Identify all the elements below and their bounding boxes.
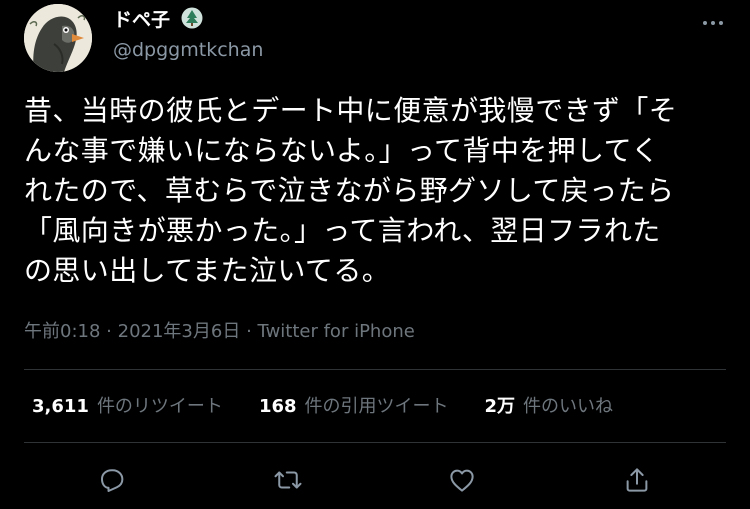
tweet-line: 昔、当時の彼氏とデート中に便意が我慢できず「そ <box>24 94 678 127</box>
quotes-label: 件の引用ツイート <box>304 396 449 417</box>
tweet-stats: 3,611 件のリツイート 168 件の引用ツイート 2万 件のいいね <box>32 394 649 420</box>
quotes-count: 168 <box>258 396 297 417</box>
tweet-line: れたので、草むらで泣きながら野グソして戻ったら <box>24 174 675 207</box>
tweet-line: 「風向きが悪かった。」って言われ、翌日フラれた <box>24 214 661 247</box>
like-icon <box>450 469 474 492</box>
user-handle[interactable]: @dpggmtkchan <box>113 37 263 63</box>
likes-stat[interactable]: 2万 件のいいね <box>485 394 614 420</box>
retweets-label: 件のリツイート <box>96 396 223 417</box>
likes-label: 件のいいね <box>523 396 614 417</box>
more-icon[interactable] <box>698 10 728 36</box>
retweet-icon <box>274 471 302 489</box>
tweet-line: んな事で嫌いにならないよ。」って背中を押してく <box>24 134 660 167</box>
tweet-time[interactable]: 午前0:18 <box>24 321 100 342</box>
meta-separator: · <box>106 321 112 342</box>
reply-button[interactable] <box>96 464 128 496</box>
tweet-source[interactable]: Twitter for iPhone <box>258 321 415 342</box>
display-name-text: ドペ子 <box>113 9 171 31</box>
quotes-stat[interactable]: 168 件の引用ツイート <box>259 394 449 420</box>
avatar[interactable] <box>24 4 92 72</box>
tweet-date[interactable]: 2021年3月6日 <box>118 321 241 342</box>
retweets-stat[interactable]: 3,611 件のリツイート <box>32 394 223 420</box>
likes-count: 2万 <box>484 396 516 417</box>
reply-icon <box>101 469 124 492</box>
tweet-line: の思い出してまた泣いてる。 <box>24 254 391 287</box>
tweet-meta: 午前0:18 · 2021年3月6日 · Twitter for iPhone <box>24 318 415 346</box>
share-icon <box>626 468 648 492</box>
retweets-count: 3,611 <box>32 396 89 417</box>
retweet-button[interactable] <box>272 464 304 496</box>
divider <box>24 442 726 443</box>
display-name[interactable]: ドペ子 <box>113 6 203 37</box>
avatar-bird-illustration <box>24 4 92 72</box>
share-button[interactable] <box>621 464 653 496</box>
meta-separator: · <box>246 321 252 342</box>
divider <box>24 369 726 370</box>
tweet-text: 昔、当時の彼氏とデート中に便意が我慢できず「そ んな事で嫌いにならないよ。」って… <box>24 91 724 291</box>
like-button[interactable] <box>446 464 478 496</box>
tree-emoji-icon <box>181 7 203 37</box>
